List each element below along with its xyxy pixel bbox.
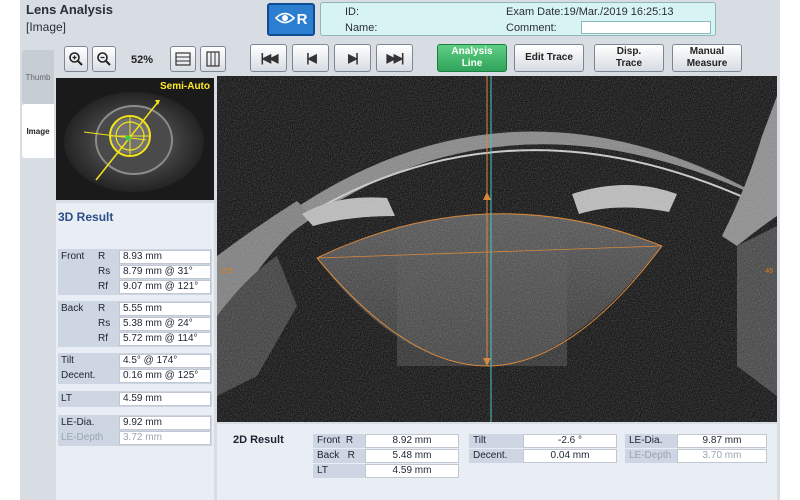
layout-vertical-icon: [206, 51, 220, 67]
app-root: Lens Analysis [Image] R ID: Name: Exam D…: [0, 0, 800, 500]
disp-trace-button[interactable]: Disp. Trace: [594, 44, 664, 72]
app-subtitle: [Image]: [26, 20, 67, 34]
name-label: Name:: [345, 22, 378, 34]
tilt-row: Tilt 4.5° @ 174°: [58, 354, 212, 368]
anterior-thumbnail[interactable]: Semi-Auto: [56, 78, 214, 200]
front-r-row: Front R 8.93 mm: [58, 250, 212, 264]
lt-value: 4.59 mm: [119, 392, 211, 406]
previous-frame-button[interactable]: |◀: [292, 44, 329, 72]
zoom-out-button[interactable]: [92, 46, 116, 72]
table-row: LT 4.59 mm: [313, 464, 459, 478]
result-2d-panel: 2D Result Front R 8.92 mm Back R 5.48 mm…: [217, 424, 777, 500]
back-rs-value: 5.38 mm @ 24°: [119, 317, 211, 331]
decent-2d-value: 0.04 mm: [523, 449, 617, 463]
table-row: Decent. 0.04 mm: [469, 449, 617, 463]
zoom-in-icon: [69, 52, 83, 66]
layout-vertical-button[interactable]: [200, 46, 226, 72]
zoom-in-button[interactable]: [64, 46, 88, 72]
eye-selector[interactable]: R: [267, 3, 315, 36]
comment-label: Comment:: [506, 22, 557, 34]
skip-first-icon: |◀◀: [260, 51, 279, 65]
table-row: Back R 5.48 mm: [313, 449, 459, 463]
front-rf-value: 9.07 mm @ 121°: [119, 280, 211, 294]
layout-horizontal-button[interactable]: [170, 46, 196, 72]
left-angle-marker: 225: [221, 268, 233, 275]
table-row: Front R 8.92 mm: [313, 434, 459, 448]
id-label: ID:: [345, 6, 360, 18]
back-r-2d-value: 5.48 mm: [365, 449, 459, 463]
exam-date: Exam Date:19/Mar./2019 16:25:13: [506, 6, 674, 18]
back-r-row: Back R 5.55 mm: [58, 302, 212, 316]
eye-icon: [274, 11, 295, 29]
decent-row: Decent. 0.16 mm @ 125°: [58, 369, 212, 383]
le-depth-value: 3.72 mm: [119, 431, 211, 445]
last-frame-button[interactable]: ▶▶|: [376, 44, 413, 72]
next-frame-button[interactable]: ▶|: [334, 44, 371, 72]
right-angle-marker: 45: [765, 268, 773, 275]
anterior-eye-image: [56, 78, 214, 200]
front-r-value: 8.93 mm: [119, 250, 211, 264]
result-2d-radius-table: Front R 8.92 mm Back R 5.48 mm LT 4.59 m…: [313, 434, 459, 479]
result-2d-tilt-table: Tilt -2.6 ° Decent. 0.04 mm: [469, 434, 617, 464]
result-2d-le-table: LE-Dia. 9.87 mm LE-Depth 3.70 mm: [625, 434, 767, 464]
front-rf-row: Rf 9.07 mm @ 121°: [58, 280, 212, 294]
zoom-out-icon: [97, 52, 111, 66]
back-rf-row: Rf 5.72 mm @ 114°: [58, 332, 212, 346]
tab-image[interactable]: Image: [22, 104, 54, 158]
decent-value: 0.16 mm @ 125°: [119, 369, 211, 383]
tilt-value: 4.5° @ 174°: [119, 354, 211, 368]
oct-lens-image[interactable]: 225 45: [217, 76, 777, 422]
le-depth-row: LE-Depth 3.72 mm: [58, 431, 212, 445]
lens-analysis-window: Lens Analysis [Image] R ID: Name: Exam D…: [20, 0, 780, 500]
layout-horizontal-icon: [175, 52, 191, 66]
comment-field[interactable]: [581, 21, 711, 34]
analysis-line-button[interactable]: Analysis Line: [437, 44, 507, 72]
app-title: Lens Analysis: [26, 2, 113, 17]
tilt-2d-value: -2.6 °: [523, 434, 617, 448]
eye-side: R: [296, 11, 308, 28]
table-row: Tilt -2.6 °: [469, 434, 617, 448]
patient-info-panel: ID: Name: Exam Date:19/Mar./2019 16:25:1…: [320, 2, 716, 36]
edit-trace-button[interactable]: Edit Trace: [514, 44, 584, 72]
front-rs-row: Rs 8.79 mm @ 31°: [58, 265, 212, 279]
oct-scan: [217, 76, 777, 422]
le-depth-2d-value: 3.70 mm: [677, 449, 767, 463]
result-3d-title: 3D Result: [58, 210, 114, 224]
le-dia-row: LE-Dia. 9.92 mm: [58, 416, 212, 430]
skip-last-icon: ▶▶|: [386, 51, 405, 65]
back-r-value: 5.55 mm: [119, 302, 211, 316]
back-rf-value: 5.72 mm @ 114°: [119, 332, 211, 346]
table-row: LE-Depth 3.70 mm: [625, 449, 767, 463]
semi-auto-label: Semi-Auto: [160, 81, 210, 92]
step-back-icon: |◀: [306, 51, 317, 65]
table-row: LE-Dia. 9.87 mm: [625, 434, 767, 448]
result-3d-panel: 3D Result Front R 8.93 mm Rs 8.79 mm @ 3…: [56, 203, 214, 500]
tab-thumb[interactable]: Thumb: [22, 50, 54, 104]
manual-measure-button[interactable]: Manual Measure: [672, 44, 742, 72]
zoom-level: 52%: [131, 54, 154, 66]
back-rs-row: Rs 5.38 mm @ 24°: [58, 317, 212, 331]
lt-2d-value: 4.59 mm: [365, 464, 459, 478]
front-rs-value: 8.79 mm @ 31°: [119, 265, 211, 279]
step-forward-icon: ▶|: [348, 51, 359, 65]
le-dia-2d-value: 9.87 mm: [677, 434, 767, 448]
result-2d-title: 2D Result: [233, 434, 284, 446]
first-frame-button[interactable]: |◀◀: [250, 44, 287, 72]
lt-row: LT 4.59 mm: [58, 392, 212, 406]
front-r-2d-value: 8.92 mm: [365, 434, 459, 448]
le-dia-value: 9.92 mm: [119, 416, 211, 430]
